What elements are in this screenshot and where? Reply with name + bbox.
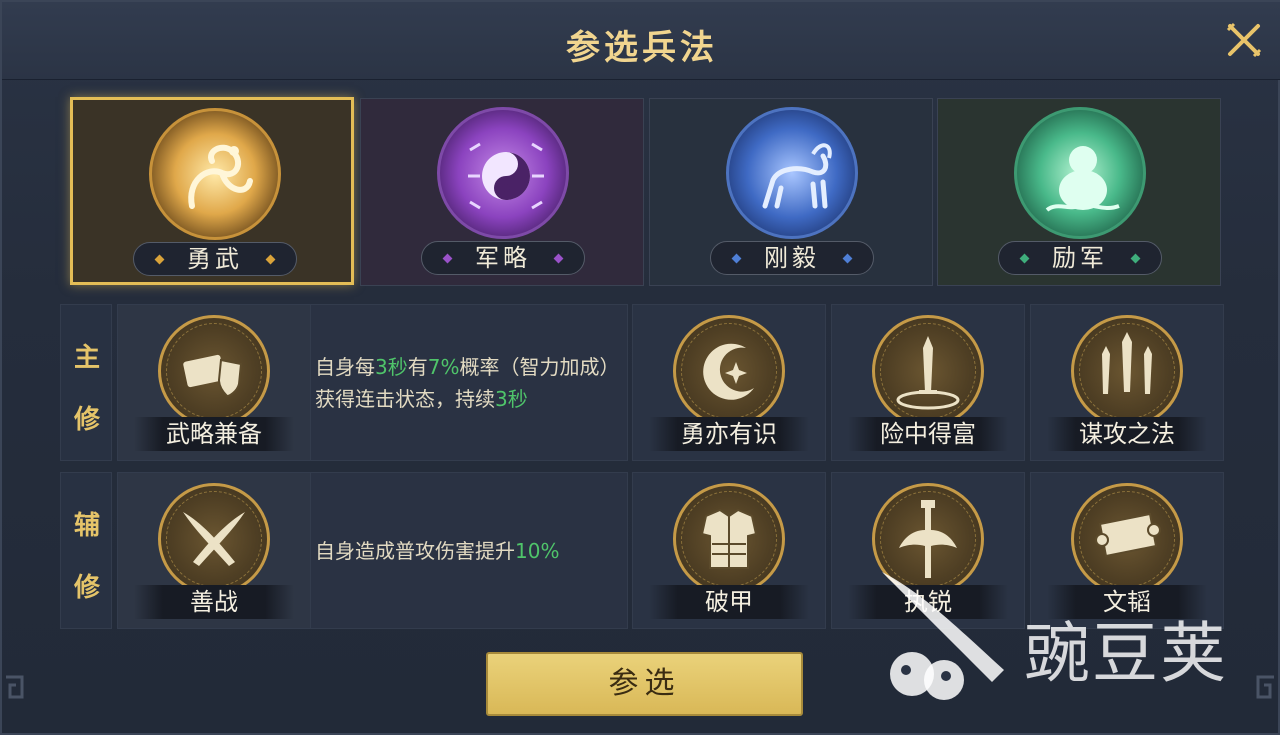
skill-name: 武略兼备: [134, 417, 294, 451]
title-bar: 参选兵法: [2, 2, 1280, 80]
gourd-icon: [1014, 107, 1146, 239]
main-option-1[interactable]: 勇亦有识: [632, 304, 826, 461]
dialog-frame: 参选兵法 勇武 军略 刚毅 励军 主 修 武略兼备 自身每3秒有7%概率（智力加…: [0, 0, 1280, 735]
skill-name: 破甲: [649, 585, 809, 619]
category-label: 军略: [421, 241, 585, 275]
confirm-select-button[interactable]: 参选: [486, 652, 803, 716]
row-label-sub: 辅 修: [60, 472, 112, 629]
main-option-3[interactable]: 谋攻之法: [1030, 304, 1224, 461]
sword-ring-icon: [872, 315, 984, 427]
main-option-2[interactable]: 险中得富: [831, 304, 1025, 461]
category-card-yongwu[interactable]: 勇武: [70, 97, 354, 285]
row-label-main: 主 修: [60, 304, 112, 461]
category-label: 励军: [998, 241, 1162, 275]
sub-skill-slot[interactable]: 善战: [117, 472, 311, 629]
category-label: 刚毅: [710, 241, 874, 275]
category-label: 勇武: [133, 242, 297, 276]
sub-skill-description: 自身造成普攻伤害提升10%: [310, 472, 628, 629]
sub-option-1[interactable]: 破甲: [632, 472, 826, 629]
watermark-text: 豌豆荚: [1024, 615, 1228, 692]
main-skill-slot[interactable]: 武略兼备: [117, 304, 311, 461]
skill-name: 善战: [134, 585, 294, 619]
scroll-shield-icon: [158, 315, 270, 427]
close-icon: [1226, 22, 1262, 58]
skill-name: 险中得富: [848, 417, 1008, 451]
armor-icon: [673, 483, 785, 595]
dragon-icon: [149, 108, 281, 240]
qilin-icon: [726, 107, 858, 239]
corner-ornament-icon: [6, 675, 24, 699]
dialog-title: 参选兵法: [566, 28, 718, 68]
crossed-blades-icon: [158, 483, 270, 595]
taiji-icon: [437, 107, 569, 239]
category-card-junlue[interactable]: 军略: [360, 98, 644, 286]
main-skill-description: 自身每3秒有7%概率（智力加成）获得连击状态，持续3秒: [310, 304, 628, 461]
three-swords-icon: [1071, 315, 1183, 427]
skill-name: 谋攻之法: [1047, 417, 1207, 451]
skill-name: 勇亦有识: [649, 417, 809, 451]
category-card-gangyi[interactable]: 刚毅: [649, 98, 933, 286]
crescent-star-icon: [673, 315, 785, 427]
close-button[interactable]: [1224, 20, 1264, 60]
category-card-lijun[interactable]: 励军: [937, 98, 1221, 286]
